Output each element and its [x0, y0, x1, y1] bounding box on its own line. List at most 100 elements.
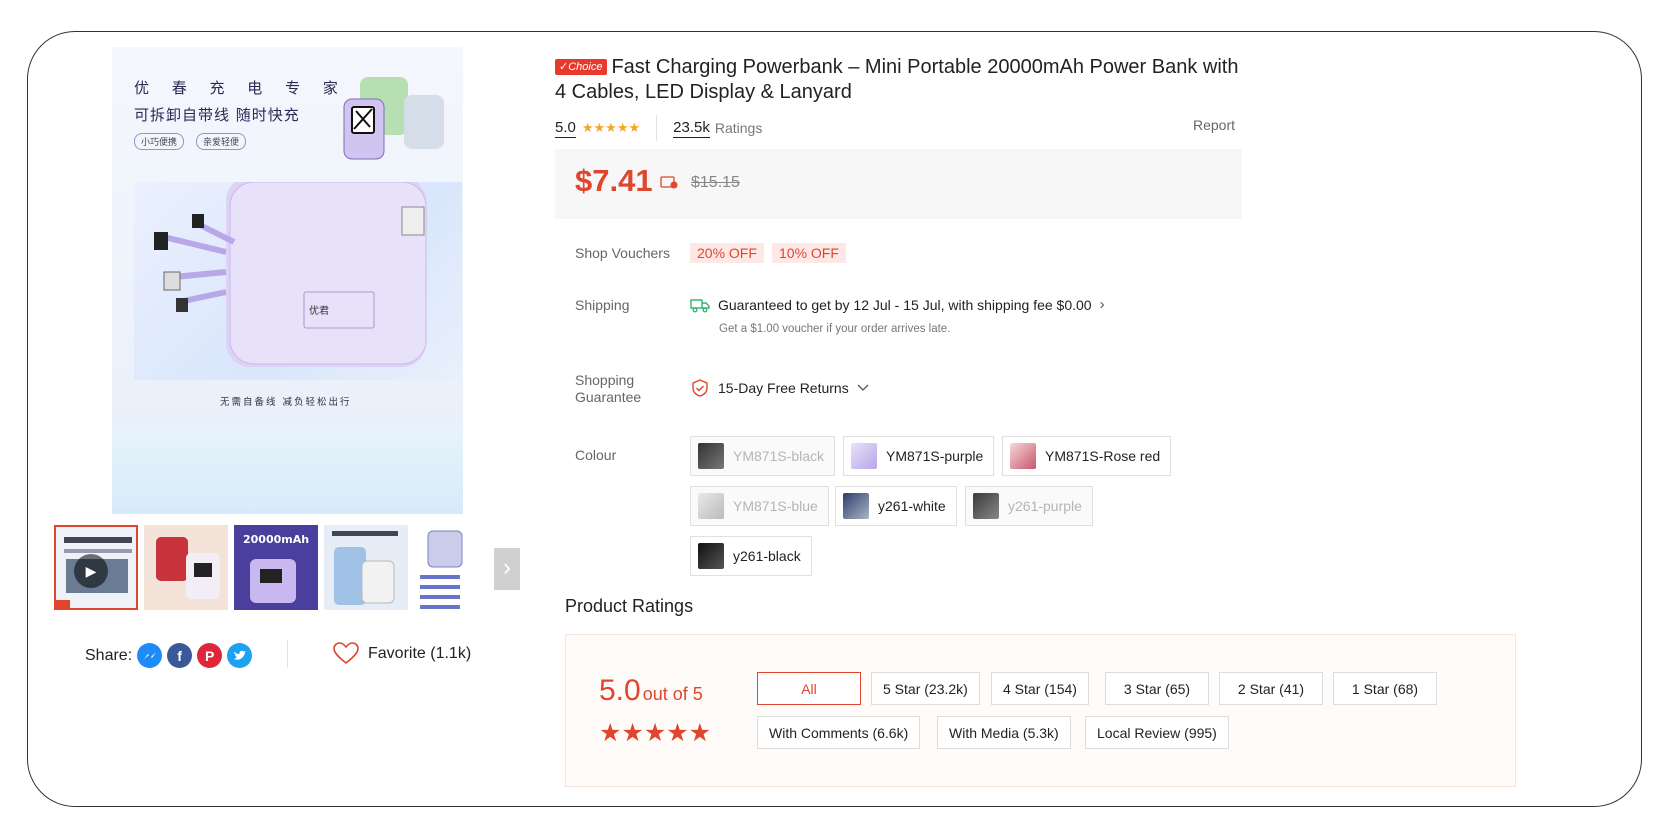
image-caption: 无需自备线 减负轻松出行 [220, 397, 352, 408]
ratings-label: Ratings [714, 120, 763, 136]
overall-score: 5.0 out of 5 [599, 674, 703, 708]
colour-swatch [973, 493, 999, 519]
star-rating-icon: ★★★★★ [581, 120, 641, 135]
main-product-image[interactable]: 优 春 充 电 专 家 可拆卸自带线 随时快充 小巧便携 亲爱轻便 优君 无需自… [112, 47, 463, 514]
favorite-label: Favorite (1.1k) [368, 644, 472, 662]
divider [656, 115, 658, 141]
pinterest-icon[interactable]: P [197, 643, 223, 668]
returns-dropdown[interactable]: 15-Day Free Returns [690, 379, 869, 397]
thumbnail-image[interactable] [144, 525, 228, 610]
colour-option-label: YM871S-blue [733, 498, 818, 514]
powerbank-illustration [343, 77, 444, 160]
thumbnail-video[interactable]: ▶ [54, 525, 138, 610]
voucher-20-off[interactable]: 20% OFF [690, 243, 764, 263]
ratings-overview: 5.0 out of 5 ★★★★★ All 5 Star (23.2k) 4 S… [565, 634, 1516, 787]
filter-5-star[interactable]: 5 Star (23.2k) [871, 672, 980, 705]
thumbnail-next-button[interactable]: › [494, 548, 520, 590]
colour-option-y261-purple[interactable]: y261-purple [965, 486, 1093, 526]
messenger-icon[interactable] [137, 643, 163, 668]
thumbnail-graphic [324, 525, 408, 610]
colour-swatch [843, 493, 869, 519]
divider [287, 640, 288, 668]
star-rating-icon: ★★★★★ [599, 719, 712, 747]
shipping-late-voucher-note: Get a $1.00 voucher if your order arrive… [719, 323, 951, 335]
colour-swatch [698, 543, 724, 569]
vouchers-label: Shop Vouchers [575, 245, 670, 261]
colour-swatch [851, 443, 877, 469]
colour-option-label: YM871S-black [733, 448, 825, 464]
thumbnail-caption: 20000mAh [243, 533, 309, 546]
product-ratings-heading: Product Ratings [565, 596, 694, 616]
thumbnail-graphic [414, 525, 498, 610]
svg-text:优君: 优君 [309, 304, 329, 317]
chevron-down-icon [857, 384, 869, 391]
play-icon[interactable]: ▶ [74, 554, 108, 588]
thumbnail-image[interactable] [414, 525, 498, 610]
colour-swatch [1010, 443, 1036, 469]
rating-summary: 5.0 ★★★★★ 23.5k Ratings [555, 115, 762, 141]
overall-score-value: 5.0 [599, 674, 641, 707]
filter-3-star[interactable]: 3 Star (65) [1105, 672, 1209, 705]
report-link[interactable]: Report [1193, 117, 1235, 133]
colour-option-label: y261-white [878, 498, 946, 514]
share-label: Share: [85, 646, 133, 664]
guarantee-label-line2: Guarantee [575, 389, 642, 405]
shipping-info[interactable]: Guaranteed to get by 12 Jul - 15 Jul, wi… [690, 296, 1105, 313]
filter-1-star[interactable]: 1 Star (68) [1333, 672, 1437, 705]
image-product-panel: 优君 [134, 177, 462, 380]
filter-with-comments[interactable]: With Comments (6.6k) [757, 716, 921, 749]
colour-option-label: YM871S-purple [886, 448, 984, 464]
choice-badge: ✓Choice [555, 59, 608, 75]
colour-option-y261-white[interactable]: y261-white [835, 486, 957, 526]
image-footer-band [112, 425, 463, 514]
colour-swatch [698, 493, 724, 519]
price-box: $7.41 $15.15 [555, 149, 1242, 219]
shield-check-icon [692, 379, 708, 397]
truck-icon [690, 298, 710, 312]
thumbnail-image[interactable]: 20000mAh [234, 525, 318, 610]
share-row: Share: f P [85, 643, 253, 668]
thumbnail-image[interactable] [324, 525, 408, 610]
overall-score-scale: out of 5 [642, 684, 703, 704]
image-tag: 小巧便携 [134, 133, 185, 150]
powerbank-illustration: 优君 [154, 177, 427, 367]
colour-option-ym871s-rose-red[interactable]: YM871S-Rose red [1002, 436, 1172, 476]
colour-option-y261-black[interactable]: y261-black [690, 536, 812, 576]
guarantee-label: Shopping Guarantee [575, 372, 641, 406]
shipping-text: Guaranteed to get by 12 Jul - 15 Jul, wi… [718, 296, 1092, 313]
twitter-icon[interactable] [227, 643, 253, 668]
chevron-right-icon: › [503, 554, 511, 581]
colour-option-label: YM871S-Rose red [1045, 448, 1161, 464]
image-subheadline: 可拆卸自带线 随时快充 [134, 106, 300, 124]
heart-icon [333, 642, 359, 665]
current-price: $7.41 [575, 163, 653, 198]
colour-swatch [698, 443, 724, 469]
product-title: Fast Charging Powerbank – Mini Portable … [555, 56, 1239, 103]
returns-text: 15-Day Free Returns [718, 380, 849, 396]
thumbnail-graphic: 20000mAh [234, 525, 318, 610]
filter-all[interactable]: All [757, 672, 861, 705]
filter-2-star[interactable]: 2 Star (41) [1219, 672, 1323, 705]
thumbnail-graphic [144, 525, 228, 610]
filter-with-media[interactable]: With Media (5.3k) [937, 716, 1071, 749]
filter-local-review[interactable]: Local Review (995) [1085, 716, 1229, 749]
colour-option-label: y261-black [733, 548, 801, 564]
colour-option-ym871s-purple[interactable]: YM871S-purple [843, 436, 995, 476]
filter-4-star[interactable]: 4 Star (154) [991, 672, 1089, 705]
colour-label: Colour [575, 447, 617, 463]
rating-score[interactable]: 5.0 [555, 119, 576, 138]
guarantee-label-line1: Shopping [575, 372, 635, 388]
facebook-icon[interactable]: f [167, 643, 193, 668]
thumbnail-strip: ▶ 20000mAh [54, 525, 520, 612]
ratings-count[interactable]: 23.5k [673, 119, 710, 138]
shipping-label: Shipping [575, 297, 630, 313]
image-tag: 亲爱轻便 [196, 133, 247, 150]
colour-option-ym871s-blue[interactable]: YM871S-blue [690, 486, 829, 526]
image-headline: 优 春 充 电 专 家 [134, 79, 347, 97]
favorite-button[interactable]: Favorite (1.1k) [333, 642, 471, 665]
coupon-icon[interactable] [660, 175, 678, 189]
voucher-10-off[interactable]: 10% OFF [772, 243, 846, 263]
colour-option-label: y261-purple [1008, 498, 1082, 514]
original-price: $15.15 [691, 174, 740, 191]
colour-option-ym871s-black[interactable]: YM871S-black [690, 436, 836, 476]
